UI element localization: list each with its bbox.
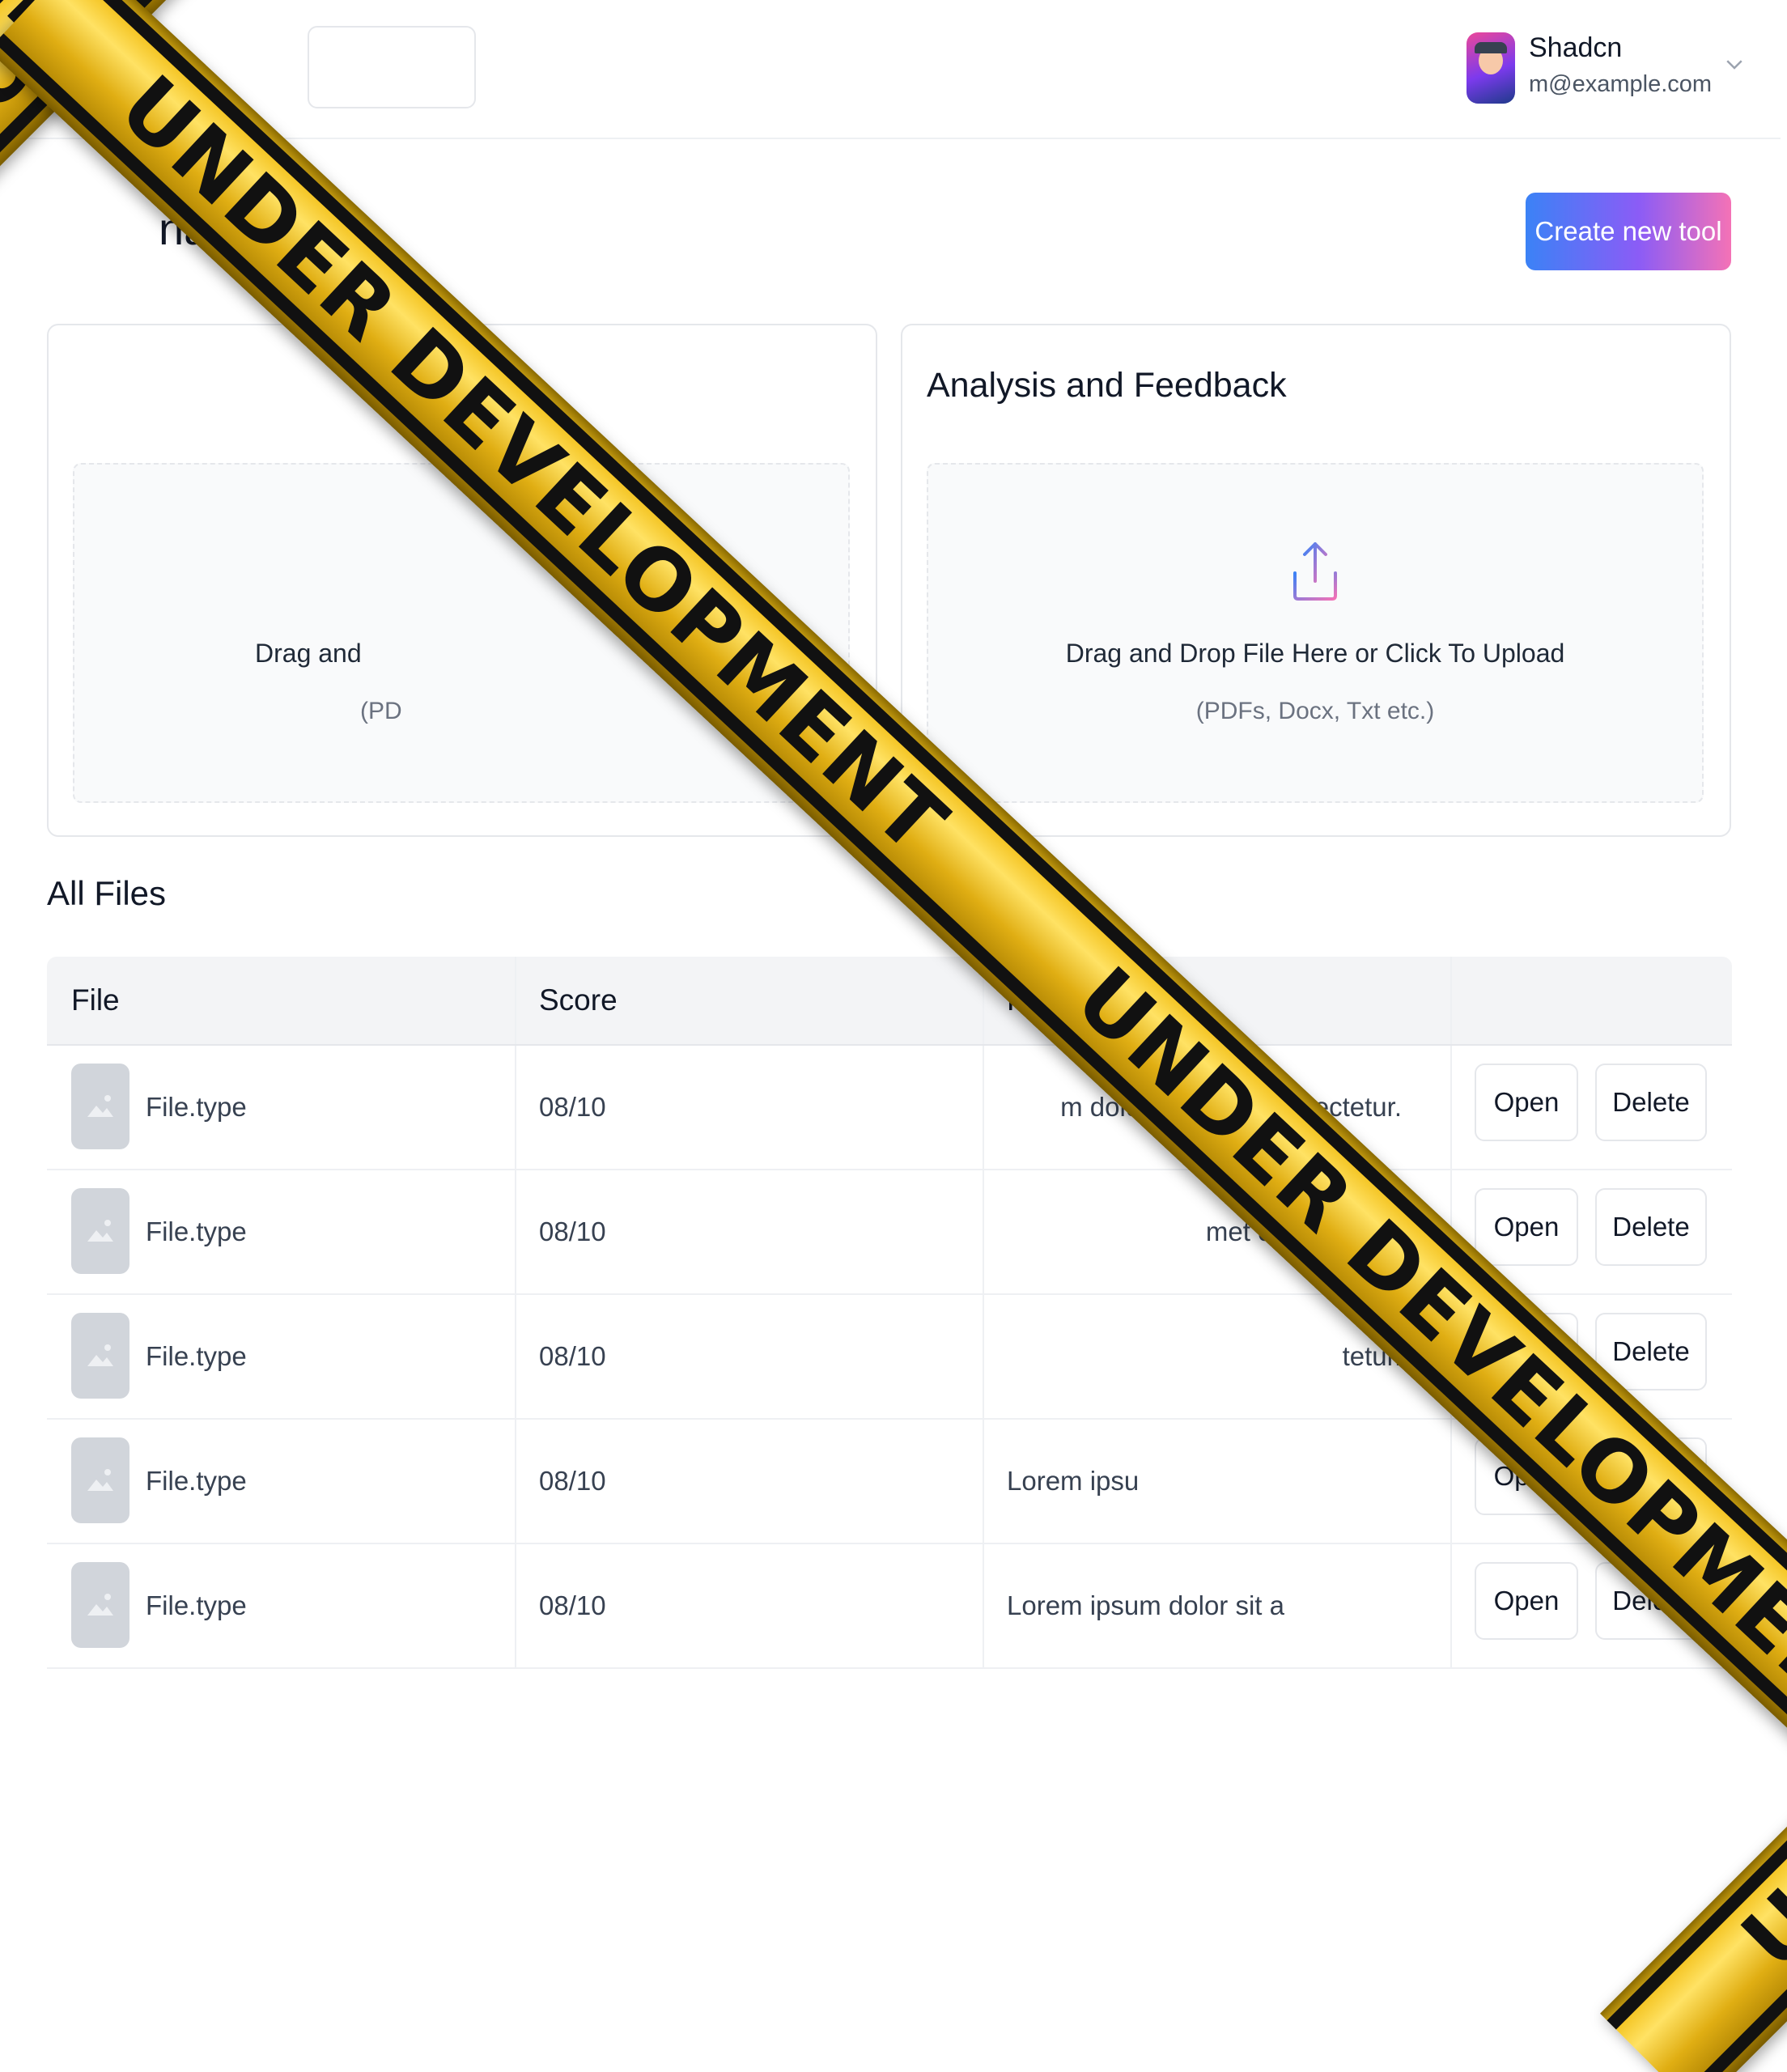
file-score: 08/10 [539,1590,606,1620]
image-placeholder-icon [71,1562,129,1648]
caution-tape-text: UNDER [1722,1678,1787,1989]
column-divider [515,957,516,1044]
table-row: File.type 08/10 Lorem ipsum dolor sit a … [47,1544,1732,1669]
file-score: 08/10 [539,1466,606,1496]
file-name: File.type [146,1590,247,1620]
upload-dropzone[interactable]: Drag and Drop File Here or Click To Uplo… [927,463,1704,803]
column-divider [515,1046,516,1169]
top-bar: Shadcn m@example.com [0,0,1781,139]
delete-button[interactable]: Delete [1595,1064,1707,1141]
column-header-score: Score [539,983,618,1017]
file-score: 08/10 [539,1092,606,1122]
user-email: m@example.com [1529,71,1713,97]
column-divider [1450,1420,1452,1543]
table-header: File Score Feedback [47,957,1732,1046]
open-button[interactable]: Open [1475,1064,1578,1141]
user-menu[interactable]: Shadcn m@example.com [1467,29,1758,110]
file-score: 08/10 [539,1341,606,1371]
column-divider [1450,957,1452,1044]
image-placeholder-icon [71,1313,129,1399]
column-divider [983,1170,984,1293]
file-name: File.type [146,1341,247,1371]
dropzone-text: Drag and Drop File Here or Click To Uplo… [1065,639,1565,668]
card-title: Analysis and Feedback [927,366,1287,405]
delete-button[interactable]: Delete [1595,1188,1707,1266]
upload-card-analysis: Analysis and Feedback Drag and Drop File… [901,324,1731,837]
column-divider [515,1544,516,1667]
file-name: File.type [146,1092,247,1122]
table-row: File.type 08/10 m dolor sit amet consect… [47,1046,1732,1170]
image-placeholder-icon [71,1188,129,1274]
chevron-down-icon[interactable] [1722,52,1747,76]
column-divider [983,1046,984,1169]
column-divider [1450,1544,1452,1667]
file-feedback: Lorem ipsum dolor sit a [1007,1590,1284,1620]
file-name: File.type [146,1466,247,1496]
upload-icon [1293,542,1337,601]
image-placeholder-icon [71,1437,129,1523]
column-header-file: File [71,983,120,1017]
file-score: 08/10 [539,1216,606,1246]
column-divider [515,1170,516,1293]
create-new-tool-button[interactable]: Create new tool [1526,193,1731,270]
dropzone-subtext: (PDFs, Docx, Txt etc.) [1195,698,1435,724]
file-name: File.type [146,1216,247,1246]
file-feedback: Lorem ipsu [1007,1466,1140,1496]
column-divider [983,1544,984,1667]
column-divider [515,1420,516,1543]
column-divider [983,1420,984,1543]
column-divider [983,1295,984,1418]
section-title: All Files [47,874,167,912]
column-divider [1450,1046,1452,1169]
image-placeholder-icon [71,1064,129,1149]
search-input[interactable] [308,26,476,108]
page: Shadcn m@example.com nalysis Create new … [0,0,1787,2072]
open-button[interactable]: Open [1475,1562,1578,1640]
column-divider [515,1295,516,1418]
open-button[interactable]: Open [1475,1188,1578,1266]
user-name: Shadcn [1529,32,1623,63]
avatar [1467,32,1515,104]
